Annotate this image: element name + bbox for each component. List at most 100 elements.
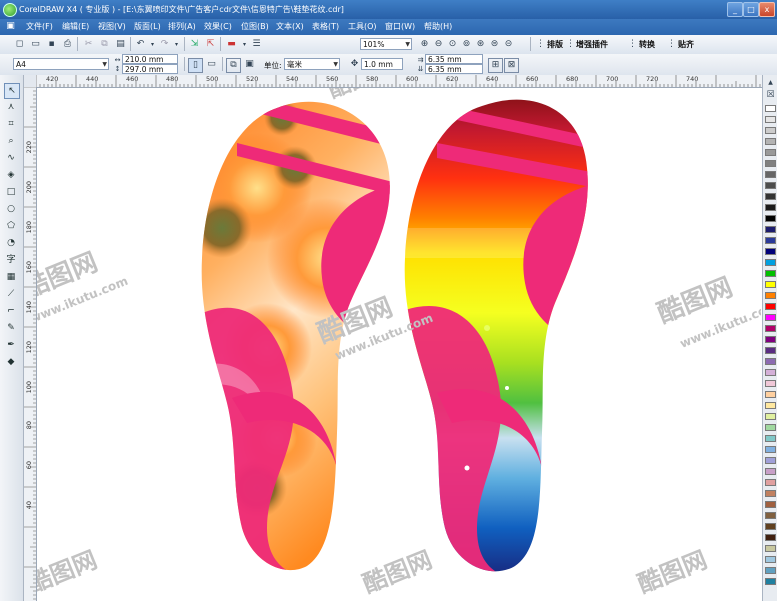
- menu-table[interactable]: 表格(T): [312, 21, 339, 32]
- menu-tools[interactable]: 工具(O): [348, 21, 377, 32]
- rectangle-tool-icon[interactable]: □: [4, 185, 18, 199]
- color-swatch[interactable]: [765, 545, 776, 552]
- color-swatch[interactable]: [765, 336, 776, 343]
- eyedropper-tool-icon[interactable]: ✎: [4, 321, 18, 335]
- color-swatch[interactable]: [765, 457, 776, 464]
- color-swatch[interactable]: [765, 259, 776, 266]
- paste-icon[interactable]: ▤: [114, 38, 127, 51]
- color-swatch[interactable]: [765, 402, 776, 409]
- menu-effects[interactable]: 效果(C): [204, 21, 232, 32]
- menu-edit[interactable]: 编辑(E): [62, 21, 89, 32]
- zoom-width-icon[interactable]: ⊜: [488, 38, 501, 51]
- close-button[interactable]: x: [759, 2, 775, 17]
- menu-window[interactable]: 窗口(W): [385, 21, 415, 32]
- ellipse-tool-icon[interactable]: ○: [4, 202, 18, 216]
- welcome-screen-icon[interactable]: ☰: [250, 38, 263, 51]
- application-launcher-icon[interactable]: ▬: [225, 38, 238, 51]
- color-swatch[interactable]: [765, 105, 776, 112]
- dimension-tool-icon[interactable]: ⟋: [4, 287, 18, 301]
- portrait-orientation-icon[interactable]: ▯: [188, 58, 203, 73]
- color-swatch[interactable]: [765, 413, 776, 420]
- no-fill-icon[interactable]: ☒: [764, 89, 777, 102]
- zoom-tool-icon[interactable]: ⌕: [4, 134, 18, 148]
- color-swatch[interactable]: [765, 380, 776, 387]
- minimize-button[interactable]: _: [727, 2, 743, 17]
- polygon-tool-icon[interactable]: ⬠: [4, 219, 18, 233]
- print-icon[interactable]: ⎙: [61, 38, 74, 51]
- menu-bitmaps[interactable]: 位图(B): [241, 21, 269, 32]
- menu-view[interactable]: 视图(V): [98, 21, 126, 32]
- color-swatch[interactable]: [765, 149, 776, 156]
- color-swatch[interactable]: [765, 138, 776, 145]
- insole-artwork[interactable]: 酷图网 www.ikutu.com 酷图网 www.ikutu.com 酷图网 …: [37, 88, 761, 601]
- zoom-in-icon[interactable]: ⊕: [418, 38, 431, 51]
- zoom-page-icon[interactable]: ⊛: [474, 38, 487, 51]
- outline-tool-icon[interactable]: ✒: [4, 338, 18, 352]
- copy-icon[interactable]: ⧉: [98, 38, 111, 51]
- basic-shapes-tool-icon[interactable]: ◔: [4, 236, 18, 250]
- right-insole[interactable]: [397, 88, 617, 588]
- color-swatch[interactable]: [765, 171, 776, 178]
- snap-to-guidelines-icon[interactable]: ⊠: [504, 58, 519, 73]
- vertical-ruler[interactable]: 220 200 180 160 140 120 100 80 60 40: [24, 87, 37, 601]
- import-icon[interactable]: ⇲: [188, 38, 201, 51]
- save-icon[interactable]: ▪: [45, 38, 58, 51]
- redo-dropdown-icon[interactable]: ▾: [170, 38, 183, 51]
- color-swatch[interactable]: [765, 116, 776, 123]
- drawing-canvas[interactable]: 酷图网 www.ikutu.com 酷图网 www.ikutu.com 酷图网 …: [37, 88, 761, 601]
- units-combo[interactable]: 毫米 ▼: [284, 58, 340, 70]
- color-swatch[interactable]: [765, 501, 776, 508]
- table-tool-icon[interactable]: ▦: [4, 270, 18, 284]
- cut-icon[interactable]: ✂: [82, 38, 95, 51]
- menu-help[interactable]: 帮助(H): [424, 21, 452, 32]
- color-swatch[interactable]: [765, 490, 776, 497]
- color-swatch[interactable]: [765, 127, 776, 134]
- freehand-tool-icon[interactable]: ∿: [4, 151, 18, 165]
- color-swatch[interactable]: [765, 237, 776, 244]
- color-swatch[interactable]: [765, 358, 776, 365]
- new-document-icon[interactable]: ◻: [13, 38, 26, 51]
- fill-tool-icon[interactable]: ◆: [4, 355, 18, 369]
- page-size-combo[interactable]: A4 ▼: [13, 58, 109, 70]
- color-swatch[interactable]: [765, 303, 776, 310]
- color-swatch[interactable]: [765, 578, 776, 585]
- color-swatch[interactable]: [765, 204, 776, 211]
- zoom-all-icon[interactable]: ⊚: [460, 38, 473, 51]
- horizontal-ruler[interactable]: 420 440 460 480 500 520 540 560 580 600 …: [36, 75, 762, 88]
- color-swatch[interactable]: [765, 523, 776, 530]
- color-swatch[interactable]: [765, 270, 776, 277]
- layout-plugin-button[interactable]: 排版: [547, 39, 563, 50]
- open-folder-icon[interactable]: ▭: [29, 38, 42, 51]
- zoom-level-combo[interactable]: 101% ▼: [360, 38, 412, 50]
- color-swatch[interactable]: [765, 160, 776, 167]
- duplicate-x-field[interactable]: 6.35 mm: [425, 54, 483, 64]
- zoom-height-icon[interactable]: ⊝: [502, 38, 515, 51]
- color-swatch[interactable]: [765, 567, 776, 574]
- landscape-orientation-icon[interactable]: ▭: [205, 58, 218, 71]
- color-swatch[interactable]: [765, 391, 776, 398]
- convert-plugin-button[interactable]: 转换: [639, 39, 655, 50]
- color-swatch[interactable]: [765, 325, 776, 332]
- color-swatch[interactable]: [765, 424, 776, 431]
- snap-plugin-button[interactable]: 贴齐: [678, 39, 694, 50]
- color-swatch[interactable]: [765, 534, 776, 541]
- pick-tool-icon[interactable]: ↖: [4, 83, 20, 99]
- page-width-field[interactable]: 210.0 mm: [122, 54, 178, 64]
- color-swatch[interactable]: [765, 292, 776, 299]
- enhance-plugin-button[interactable]: 增强插件: [576, 39, 608, 50]
- menu-file[interactable]: 文件(F): [26, 21, 53, 32]
- color-swatch[interactable]: [765, 369, 776, 376]
- smart-fill-tool-icon[interactable]: ◈: [4, 168, 18, 182]
- color-swatch[interactable]: [765, 446, 776, 453]
- snap-to-grid-icon[interactable]: ⊞: [488, 58, 503, 73]
- color-swatch[interactable]: [765, 556, 776, 563]
- menu-arrange[interactable]: 排列(A): [168, 21, 196, 32]
- color-swatch[interactable]: [765, 512, 776, 519]
- zoom-out-icon[interactable]: ⊖: [432, 38, 445, 51]
- palette-scroll-up-icon[interactable]: ▲: [764, 76, 777, 89]
- menu-layout[interactable]: 版面(L): [134, 21, 161, 32]
- text-tool-icon[interactable]: 字: [4, 253, 18, 267]
- color-swatch[interactable]: [765, 347, 776, 354]
- color-swatch[interactable]: [765, 248, 776, 255]
- color-swatch[interactable]: [765, 281, 776, 288]
